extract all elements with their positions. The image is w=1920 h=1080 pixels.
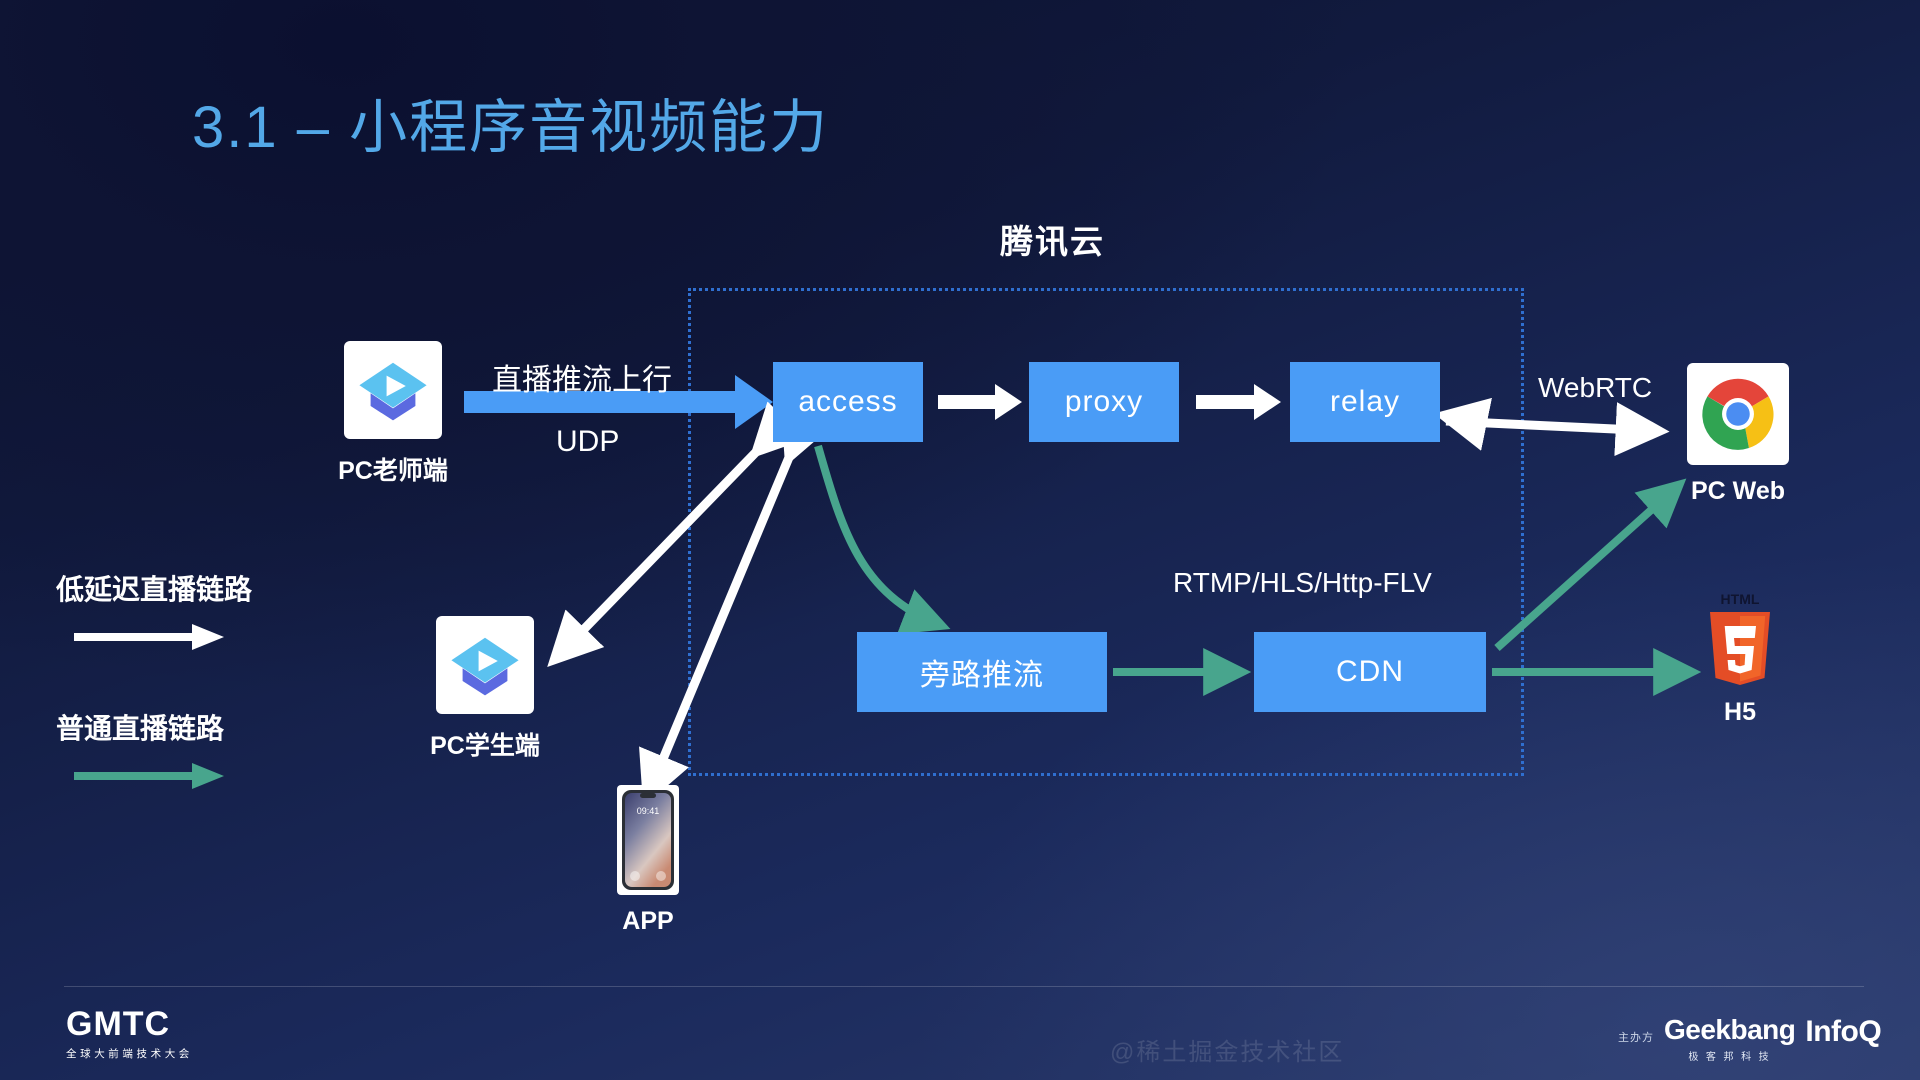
html5-icon-wordmark: HTML	[1721, 591, 1760, 607]
cloud-region-label: 腾讯云	[1000, 223, 1105, 260]
legend-item-low-latency-label: 低延迟直播链路	[56, 574, 253, 605]
node-cdn[interactable]: CDN	[1254, 632, 1486, 712]
legend-item-low-latency: 低延迟直播链路	[56, 568, 252, 655]
label-webrtc: WebRTC	[1538, 372, 1653, 403]
node-access-label: access	[798, 385, 898, 418]
watermark: @稀土掘金技术社区	[1110, 1039, 1345, 1066]
chrome-icon	[1687, 363, 1789, 465]
endpoint-pc-teacher-label: PC老师端	[338, 457, 448, 485]
node-proxy[interactable]: proxy	[1029, 362, 1179, 442]
graduation-play-icon	[436, 616, 534, 714]
geekbang-tagline: 极 客 邦 科 技	[1688, 1052, 1772, 1063]
page-title: 3.1 – 小程序音视频能力	[192, 95, 830, 160]
endpoint-pc-web[interactable]: PC Web	[1663, 363, 1813, 506]
geekbang-wordmark: Geekbang	[1664, 1014, 1796, 1045]
infoq-wordmark: InfoQ	[1805, 1015, 1882, 1048]
endpoint-pc-teacher[interactable]: PC老师端	[303, 341, 483, 487]
gmtc-logo-wordmark: GMTC	[66, 1005, 171, 1043]
label-rtmp-hls-httpflv: RTMP/HLS/Http-FLV	[1173, 567, 1432, 598]
sponsor-block: 主办方 Geekbang 极 客 邦 科 技 InfoQ	[1618, 1014, 1882, 1063]
endpoint-pc-web-label: PC Web	[1691, 477, 1785, 505]
node-relay[interactable]: relay	[1290, 362, 1440, 442]
endpoint-app[interactable]: 09:41 APP	[578, 785, 718, 936]
sponsor-host-label: 主办方	[1618, 1032, 1654, 1044]
endpoint-app-label: APP	[622, 907, 674, 935]
legend-item-normal: 普通直播链路	[56, 707, 252, 794]
node-bypass-label: 旁路推流	[920, 659, 1044, 692]
footer-divider	[64, 986, 1864, 987]
endpoint-h5-label: H5	[1724, 698, 1756, 726]
legend-arrow-teal	[74, 763, 224, 789]
node-relay-label: relay	[1329, 385, 1401, 418]
endpoint-h5[interactable]: HTML H5	[1680, 590, 1800, 727]
endpoint-pc-student-label: PC学生端	[430, 732, 540, 760]
smartphone-icon: 09:41	[617, 785, 679, 895]
endpoint-pc-student[interactable]: PC学生端	[395, 616, 575, 762]
html5-icon: HTML	[1702, 590, 1778, 686]
legend-arrow-white	[74, 624, 224, 650]
node-access[interactable]: access	[773, 362, 923, 442]
node-bypass[interactable]: 旁路推流	[857, 632, 1107, 712]
graduation-play-icon	[344, 341, 442, 439]
legend: 低延迟直播链路 普通直播链路	[56, 568, 252, 846]
node-cdn-label: CDN	[1336, 655, 1404, 688]
label-push-uplink: 直播推流上行	[492, 364, 672, 397]
label-udp: UDP	[556, 425, 620, 458]
legend-item-normal-label: 普通直播链路	[56, 713, 225, 744]
gmtc-logo: GMTC 全球大前端技术大会	[66, 1007, 193, 1061]
node-proxy-label: proxy	[1064, 385, 1144, 418]
phone-clock: 09:41	[637, 806, 660, 816]
gmtc-logo-tagline: 全球大前端技术大会	[66, 1048, 193, 1060]
